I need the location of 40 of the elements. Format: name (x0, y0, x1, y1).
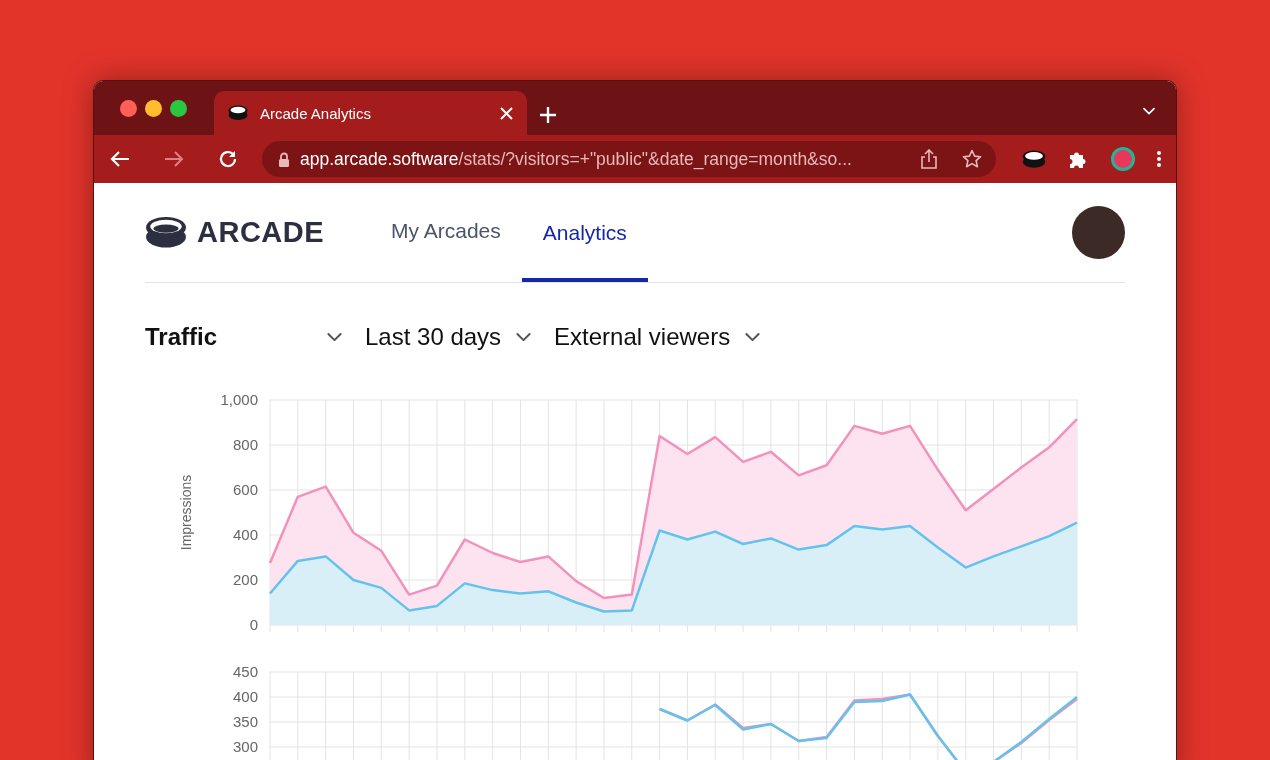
filter-dropdown[interactable]: Last 30 days (365, 323, 533, 351)
nav-tab[interactable]: Analytics (521, 183, 648, 282)
axis-tick-label: 200 (232, 571, 258, 588)
puck-icon (228, 105, 248, 121)
puck-logo-icon (145, 215, 187, 250)
back-button[interactable] (110, 150, 130, 168)
forward-button[interactable] (164, 150, 184, 168)
axis-tick-label: 0 (249, 616, 258, 633)
arcade-logo-text: ARCADE (197, 216, 325, 249)
chevron-down-icon (515, 331, 533, 343)
browser-menu-button[interactable] (1156, 150, 1162, 168)
axis-tick-label: 350 (232, 713, 258, 730)
url-path: /stats/?visitors=+"public"&date_range=month&so... (458, 148, 852, 170)
axis-tick-label: 600 (232, 481, 258, 498)
chevron-down-icon (326, 331, 343, 343)
window-close-button[interactable] (120, 100, 137, 117)
filter-dropdown[interactable]: External viewers (554, 323, 762, 351)
filter-dropdown[interactable]: Traffic (145, 323, 343, 351)
axis-tick-label: 450 (232, 663, 258, 680)
window-minimize-button[interactable] (145, 100, 162, 117)
profile-button[interactable] (1110, 146, 1136, 172)
nav-tab[interactable]: My Arcades (370, 183, 522, 282)
address-bar[interactable]: app.arcade.software/stats/?visitors=+"public"&date_range=month&so... (262, 141, 996, 177)
axis-tick-label: 1,000 (220, 391, 258, 408)
axis-tick-label: 400 (232, 526, 258, 543)
bookmark-star-button[interactable] (962, 149, 982, 169)
chevron-down-icon (744, 331, 762, 343)
tab-list-chevron-icon (1142, 106, 1156, 115)
window-zoom-button[interactable] (170, 100, 187, 117)
axis-tick-label: 800 (232, 436, 258, 453)
url-host: app.arcade.software (300, 148, 459, 169)
share-button[interactable] (920, 149, 938, 169)
lock-icon (278, 151, 290, 167)
axis-tick-label: 300 (232, 738, 258, 755)
user-avatar[interactable] (1072, 206, 1125, 259)
reload-button[interactable] (218, 149, 238, 169)
browser-tab[interactable]: Arcade Analytics (214, 91, 527, 135)
extension-puck-button[interactable] (1022, 149, 1046, 169)
axis-title: Impressions (178, 474, 194, 551)
axis-tick-label: 400 (232, 688, 258, 705)
